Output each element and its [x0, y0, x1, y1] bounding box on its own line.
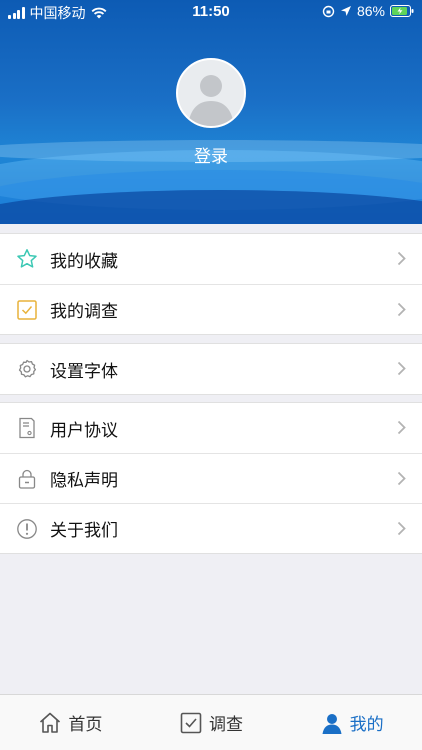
- menu-item-user-agreement[interactable]: 用户协议: [0, 403, 422, 453]
- menu-item-font-settings[interactable]: 设置字体: [0, 344, 422, 394]
- tab-label: 首页: [68, 715, 103, 734]
- chevron-right-icon: [397, 361, 406, 376]
- menu-item-privacy-statement[interactable]: 隐私声明: [0, 453, 422, 503]
- chevron-right-icon: [397, 471, 406, 486]
- chevron-right-icon: [397, 251, 406, 266]
- menu-item-label: 设置字体: [50, 361, 118, 381]
- star-icon: [16, 248, 38, 270]
- orientation-lock-icon: [322, 5, 335, 17]
- menu-item-my-surveys[interactable]: 我的调查: [0, 284, 422, 334]
- login-link[interactable]: 登录: [0, 142, 422, 167]
- lock-icon: [16, 468, 38, 490]
- tab-survey[interactable]: 调查: [141, 695, 282, 750]
- avatar[interactable]: [176, 58, 246, 128]
- menu-item-label: 我的调查: [50, 302, 118, 321]
- document-icon: [16, 417, 38, 439]
- menu-item-label: 隐私声明: [50, 471, 118, 490]
- menu-item-about-us[interactable]: 关于我们: [0, 503, 422, 553]
- menu-item-label: 我的收藏: [50, 251, 118, 271]
- menu-item-label: 用户协议: [50, 420, 118, 440]
- tab-label: 调查: [209, 715, 243, 734]
- menu-group: 设置字体: [0, 343, 422, 395]
- home-icon: [40, 712, 61, 733]
- battery-percent: 86%: [356, 3, 385, 19]
- location-icon: [340, 6, 351, 16]
- user-icon: [322, 713, 342, 734]
- tab-home[interactable]: 首页: [0, 695, 141, 750]
- tab-bar: 首页 调查 我的: [0, 694, 422, 750]
- survey-icon: [180, 712, 202, 733]
- chevron-right-icon: [397, 302, 406, 317]
- menu-group: 我的收藏 我的调查: [0, 233, 422, 335]
- header-wave: [0, 190, 422, 224]
- checkbox-icon: [16, 299, 38, 321]
- user-placeholder-icon: [188, 75, 234, 126]
- battery-icon: [390, 5, 414, 17]
- info-icon: [16, 518, 38, 540]
- gear-icon: [16, 358, 38, 380]
- tab-label: 我的: [349, 715, 384, 734]
- menu-group: 用户协议 隐私声明 关于我们: [0, 402, 422, 554]
- chevron-right-icon: [397, 521, 406, 536]
- profile-header: 中国移动 11:50 86% 登录: [0, 0, 422, 224]
- menu-item-label: 关于我们: [50, 521, 118, 540]
- tab-mine[interactable]: 我的: [281, 695, 422, 750]
- status-bar: 中国移动 11:50 86%: [0, 0, 422, 24]
- menu-item-favorites[interactable]: 我的收藏: [0, 234, 422, 284]
- chevron-right-icon: [397, 420, 406, 435]
